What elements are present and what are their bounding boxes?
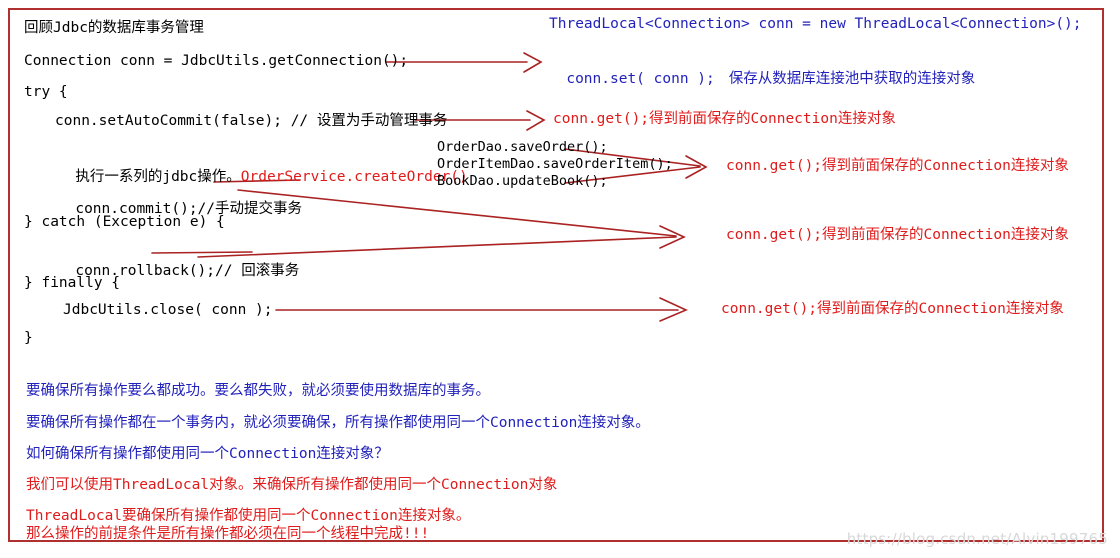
annotation-conn-set: conn.set( conn ); 保存从数据库连接池中获取的连接对象 [546, 54, 975, 103]
dao-call-update-book: BookDao.updateBook(); [437, 173, 608, 189]
summary-line-5: ThreadLocal要确保所有操作都使用同一个Connection连接对象。 [26, 508, 471, 524]
annotation-conn-set-code: conn.set( conn ); [566, 71, 715, 87]
summary-line-4: 我们可以使用ThreadLocal对象。来确保所有操作都使用同一个Connect… [26, 477, 558, 493]
code-rollback-comment: // 回滚事务 [215, 263, 300, 279]
code-jdbc-ops-text: 执行一系列的jdbc操作。 [75, 169, 241, 185]
code-line-end-brace: } [24, 330, 33, 346]
code-line-finally: } finally { [24, 275, 121, 291]
annotation-conn-get-4: conn.get();得到前面保存的Connection连接对象 [721, 301, 1064, 317]
code-order-service-create-order: OrderService.createOrder() [240, 169, 468, 185]
summary-line-3: 如何确保所有操作都使用同一个Connection连接对象？ [26, 446, 389, 462]
slide-canvas: 回顾Jdbc的数据库事务管理 Connection conn = JdbcUti… [0, 0, 1120, 558]
summary-line-1: 要确保所有操作要么都成功。要么都失败，就必须要使用数据库的事务。 [26, 383, 490, 399]
code-line-try: try { [24, 84, 68, 100]
annotation-threadlocal-declaration: ThreadLocal<Connection> conn = new Threa… [549, 16, 1082, 32]
code-line-close-conn: JdbcUtils.close( conn ); [63, 302, 273, 318]
heading-jdbc-transaction: 回顾Jdbc的数据库事务管理 [24, 20, 204, 36]
code-line-get-connection: Connection conn = JdbcUtils.getConnectio… [24, 53, 409, 69]
annotation-conn-get-1: conn.get();得到前面保存的Connection连接对象 [553, 111, 896, 127]
summary-line-6: 那么操作的前提条件是所有操作都必须在同一个线程中完成!!! [26, 526, 430, 542]
csdn-watermark: https://blog.csdn.net/Alvin199765 [846, 530, 1108, 548]
code-commit-comment: 手动提交事务 [215, 201, 303, 217]
annotation-conn-get-2: conn.get();得到前面保存的Connection连接对象 [726, 158, 1069, 174]
annotation-conn-get-3: conn.get();得到前面保存的Connection连接对象 [726, 227, 1069, 243]
summary-line-2: 要确保所有操作都在一个事务内，就必须要确保，所有操作都使用同一个Connecti… [26, 415, 650, 431]
code-line-set-autocommit: conn.setAutoCommit(false); // 设置为手动管理事务 [55, 113, 448, 129]
code-line-catch: } catch (Exception e) { [24, 214, 225, 230]
annotation-conn-set-description: 保存从数据库连接池中获取的连接对象 [728, 71, 976, 87]
dao-call-save-order: OrderDao.saveOrder(); [437, 139, 608, 155]
dao-call-save-order-item: OrderItemDao.saveOrderItem(); [437, 156, 673, 172]
